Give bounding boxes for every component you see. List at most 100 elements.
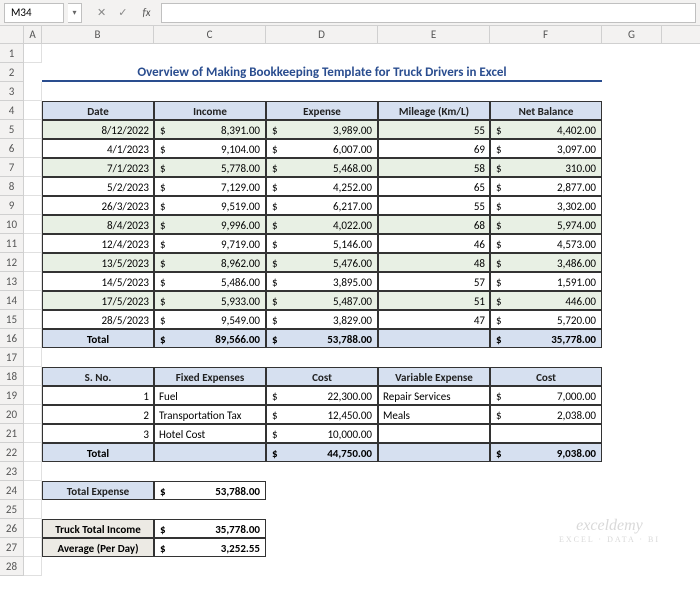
row-header[interactable]: 27 [0, 538, 24, 557]
row-header[interactable]: 6 [0, 139, 24, 158]
net-cell[interactable]: $4,573.00 [490, 234, 602, 253]
net-cell[interactable]: $1,591.00 [490, 272, 602, 291]
row-header[interactable]: 14 [0, 291, 24, 310]
variable-cell[interactable] [378, 424, 490, 443]
mileage-cell[interactable]: 65 [378, 177, 490, 196]
mileage-cell[interactable]: 58 [378, 158, 490, 177]
date-cell[interactable]: 26/3/2023 [42, 196, 154, 215]
income-cell[interactable]: $9,549.00 [154, 310, 266, 329]
income-cell[interactable]: $5,486.00 [154, 272, 266, 291]
fcost-cell[interactable]: $10,000.00 [266, 424, 378, 443]
expense-cell[interactable]: $3,829.00 [266, 310, 378, 329]
date-cell[interactable]: 5/2/2023 [42, 177, 154, 196]
mileage-cell[interactable]: 48 [378, 253, 490, 272]
mileage-cell[interactable]: 51 [378, 291, 490, 310]
row-header[interactable]: 25 [0, 500, 24, 519]
net-cell[interactable]: $3,097.00 [490, 139, 602, 158]
select-all-corner[interactable] [0, 26, 24, 43]
sno-cell[interactable]: 1 [42, 386, 154, 405]
fixed-cell[interactable]: Transportation Tax [154, 405, 266, 424]
net-cell[interactable]: $4,402.00 [490, 120, 602, 139]
variable-cell[interactable]: Repair Services [378, 386, 490, 405]
mileage-cell[interactable]: 69 [378, 139, 490, 158]
date-cell[interactable]: 4/1/2023 [42, 139, 154, 158]
date-cell[interactable]: 7/1/2023 [42, 158, 154, 177]
income-cell[interactable]: $9,996.00 [154, 215, 266, 234]
row-header[interactable]: 13 [0, 272, 24, 291]
fixed-cell[interactable]: Fuel [154, 386, 266, 405]
row-header[interactable]: 20 [0, 405, 24, 424]
col-header-g[interactable]: G [602, 26, 662, 43]
expense-cell[interactable]: $5,476.00 [266, 253, 378, 272]
net-cell[interactable]: $446.00 [490, 291, 602, 310]
mileage-cell[interactable]: 47 [378, 310, 490, 329]
net-cell[interactable]: $5,974.00 [490, 215, 602, 234]
vcost-cell[interactable]: $7,000.00 [490, 386, 602, 405]
date-cell[interactable]: 13/5/2023 [42, 253, 154, 272]
row-header[interactable]: 16 [0, 329, 24, 348]
expense-cell[interactable]: $5,468.00 [266, 158, 378, 177]
col-header-b[interactable]: B [42, 26, 154, 43]
name-box-dropdown[interactable]: ▾ [68, 3, 82, 23]
row-header[interactable]: 2 [0, 63, 24, 82]
mileage-cell[interactable]: 68 [378, 215, 490, 234]
row-header[interactable]: 4 [0, 101, 24, 120]
vcost-cell[interactable] [490, 424, 602, 443]
row-header[interactable]: 26 [0, 519, 24, 538]
net-cell[interactable]: $2,877.00 [490, 177, 602, 196]
row-header[interactable]: 18 [0, 367, 24, 386]
mileage-cell[interactable]: 46 [378, 234, 490, 253]
col-header-d[interactable]: D [266, 26, 378, 43]
name-box[interactable]: M34 [4, 3, 64, 23]
row-header[interactable]: 22 [0, 443, 24, 462]
fcost-cell[interactable]: $12,450.00 [266, 405, 378, 424]
mileage-cell[interactable]: 57 [378, 272, 490, 291]
row-header[interactable]: 12 [0, 253, 24, 272]
net-cell[interactable]: $3,302.00 [490, 196, 602, 215]
date-cell[interactable]: 8/4/2023 [42, 215, 154, 234]
expense-cell[interactable]: $3,989.00 [266, 120, 378, 139]
net-cell[interactable]: $310.00 [490, 158, 602, 177]
income-cell[interactable]: $5,778.00 [154, 158, 266, 177]
date-cell[interactable]: 12/4/2023 [42, 234, 154, 253]
fx-icon[interactable]: fx [142, 6, 150, 19]
variable-cell[interactable]: Meals [378, 405, 490, 424]
row-header[interactable]: 5 [0, 120, 24, 139]
col-header-c[interactable]: C [154, 26, 266, 43]
row-header[interactable]: 11 [0, 234, 24, 253]
date-cell[interactable]: 17/5/2023 [42, 291, 154, 310]
income-cell[interactable]: $9,104.00 [154, 139, 266, 158]
col-header-a[interactable]: A [24, 26, 42, 43]
row-header[interactable]: 28 [0, 557, 24, 576]
expense-cell[interactable]: $6,217.00 [266, 196, 378, 215]
col-header-e[interactable]: E [378, 26, 490, 43]
row-header[interactable]: 23 [0, 462, 24, 481]
income-cell[interactable]: $5,933.00 [154, 291, 266, 310]
row-header[interactable]: 3 [0, 82, 24, 101]
income-cell[interactable]: $8,391.00 [154, 120, 266, 139]
net-cell[interactable]: $5,720.00 [490, 310, 602, 329]
date-cell[interactable]: 14/5/2023 [42, 272, 154, 291]
row-header[interactable]: 21 [0, 424, 24, 443]
row-header[interactable]: 17 [0, 348, 24, 367]
expense-cell[interactable]: $4,022.00 [266, 215, 378, 234]
sno-cell[interactable]: 3 [42, 424, 154, 443]
income-cell[interactable]: $8,962.00 [154, 253, 266, 272]
expense-cell[interactable]: $3,895.00 [266, 272, 378, 291]
col-header-f[interactable]: F [490, 26, 602, 43]
income-cell[interactable]: $9,519.00 [154, 196, 266, 215]
row-header[interactable]: 19 [0, 386, 24, 405]
expense-cell[interactable]: $6,007.00 [266, 139, 378, 158]
vcost-cell[interactable]: $2,038.00 [490, 405, 602, 424]
row-header[interactable]: 15 [0, 310, 24, 329]
expense-cell[interactable]: $5,146.00 [266, 234, 378, 253]
expense-cell[interactable]: $5,487.00 [266, 291, 378, 310]
mileage-cell[interactable]: 55 [378, 196, 490, 215]
formula-input[interactable] [161, 3, 696, 23]
income-cell[interactable]: $7,129.00 [154, 177, 266, 196]
mileage-cell[interactable]: 55 [378, 120, 490, 139]
income-cell[interactable]: $9,719.00 [154, 234, 266, 253]
cancel-icon[interactable]: ✕ [94, 6, 109, 19]
fixed-cell[interactable]: Hotel Cost [154, 424, 266, 443]
row-header[interactable]: 9 [0, 196, 24, 215]
